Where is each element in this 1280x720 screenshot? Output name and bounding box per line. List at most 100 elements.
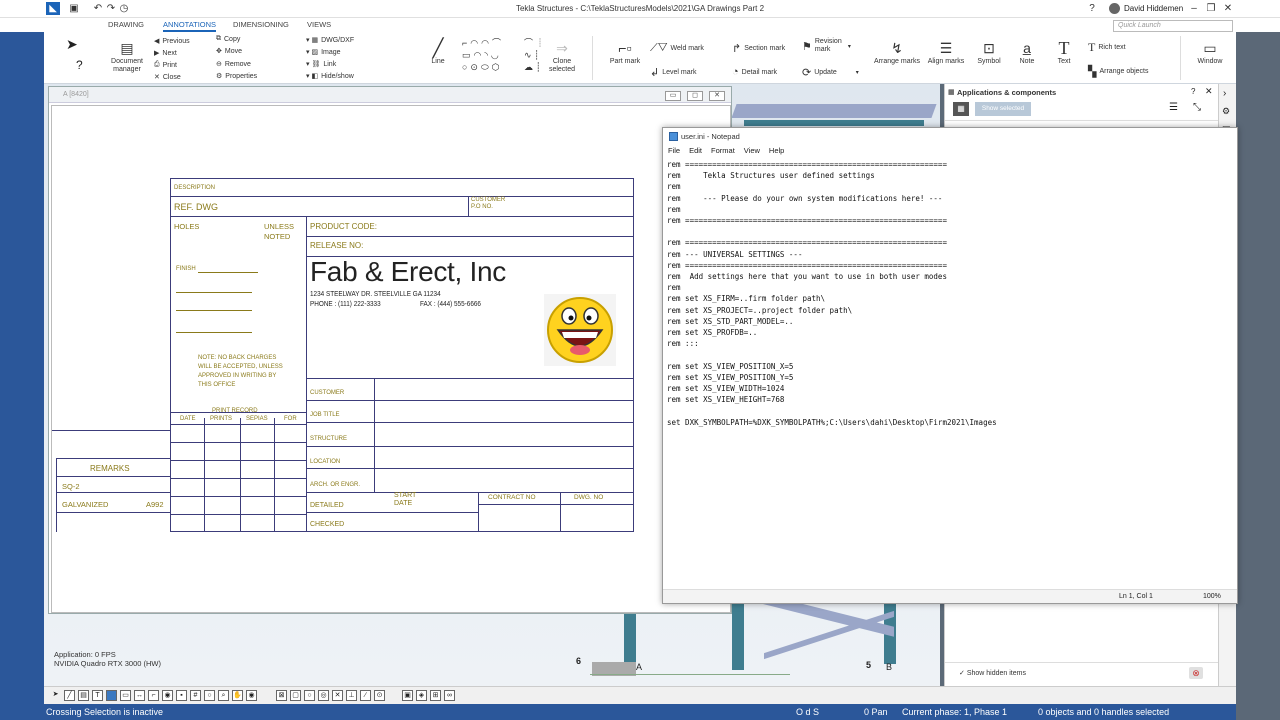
section-mark-button[interactable]: ↱ Section mark (732, 42, 785, 55)
drawing-window[interactable]: A [8420] ▭ ◻ ✕ DESCRIPTION REF. DWG CUST… (48, 86, 732, 614)
select-symbol-icon[interactable]: ◉ (162, 690, 173, 701)
help-icon[interactable]: ? (1086, 3, 1098, 15)
print-button[interactable]: ⎙ Print (154, 61, 177, 69)
list-view-icon[interactable]: ☰ (1169, 102, 1178, 113)
select-bolt-icon[interactable]: ▪ (176, 690, 187, 701)
collapse-icon[interactable]: ⤡ (1193, 102, 1201, 113)
previous-button[interactable]: ◀ Previous (154, 37, 190, 46)
select-arrow-icon[interactable]: ➤ (66, 36, 78, 53)
tab-views[interactable]: VIEWS (307, 20, 331, 29)
select-line-icon[interactable]: ╱ (64, 690, 75, 701)
properties-button[interactable]: ⚙ Properties (216, 72, 257, 81)
tab-drawing[interactable]: DRAWING (108, 20, 144, 29)
avatar[interactable] (1109, 3, 1120, 14)
zoom-icon[interactable]: ⌕ (218, 690, 229, 701)
notepad-window[interactable]: user.ini - Notepad File Edit Format View… (662, 127, 1238, 604)
remove-button[interactable]: ⊖ Remove (216, 60, 251, 69)
notepad-text-area[interactable]: rem ====================================… (665, 159, 1235, 589)
panel-help-icon[interactable]: ? (1191, 87, 1195, 96)
update-button[interactable]: ⟳ Update ▾ (802, 66, 859, 79)
symbol-button[interactable]: ⊡ Symbol (974, 40, 1004, 65)
drawing-sheet[interactable]: DESCRIPTION REF. DWG CUSTOMER P.O NO. HO… (51, 105, 731, 613)
tab-dimensioning[interactable]: DIMENSIONING (233, 20, 289, 29)
weld-mark-button[interactable]: ⟋▽ Weld mark (650, 42, 704, 55)
pan-indicator[interactable]: 0 Pan (864, 707, 888, 717)
align-marks-button[interactable]: ☰ Align marks (926, 40, 966, 65)
tab-annotations[interactable]: ANNOTATIONS (163, 20, 217, 32)
snap-5-icon[interactable]: ✕ (332, 690, 343, 701)
part-mark-button[interactable]: ⌐▫ Part mark (606, 40, 644, 65)
ods-indicator[interactable]: O d S (796, 707, 819, 717)
snap-11-icon[interactable]: ⊞ (430, 690, 441, 701)
menu-help[interactable]: Help (769, 146, 784, 160)
rich-text-button[interactable]: T Rich text (1088, 40, 1126, 55)
snap-3-icon[interactable]: ○ (304, 690, 315, 701)
snap-4-icon[interactable]: ◎ (318, 690, 329, 701)
grid-view-icon[interactable]: ▦ (953, 102, 969, 116)
detail-mark-button[interactable]: ◔ Detail mark (732, 66, 777, 78)
snap-10-icon[interactable]: ◈ (416, 690, 427, 701)
menu-icon[interactable]: ≡ (50, 36, 57, 50)
snap-12-icon[interactable]: ∞ (444, 690, 455, 701)
previous-icon: ◀ (154, 38, 160, 45)
select-text-icon[interactable]: T (92, 690, 103, 701)
select-grid-icon[interactable]: # (190, 690, 201, 701)
panel-close-icon[interactable]: ✕ (1205, 86, 1213, 97)
expand-panel-icon[interactable]: › (1223, 88, 1226, 99)
select-icon[interactable]: ➤ (50, 690, 61, 701)
next-button[interactable]: ▶ Next (154, 49, 177, 58)
current-phase[interactable]: Current phase: 1, Phase 1 (902, 707, 1007, 717)
select-dim-icon[interactable]: ↔ (134, 690, 145, 701)
clone-selected-button[interactable]: ⇒ Clone selected (542, 40, 582, 74)
line-button[interactable]: ╱ Line (426, 39, 450, 65)
properties-side-icon[interactable]: ⚙ (1222, 106, 1230, 117)
close-drawing-button[interactable]: ✕ Close (154, 73, 181, 82)
menu-view[interactable]: View (744, 146, 760, 160)
clear-filter-icon[interactable]: ⊗ (1189, 667, 1203, 679)
snap-9-icon[interactable]: ▣ (402, 690, 413, 701)
quick-launch-input[interactable]: Quick Launch (1113, 20, 1233, 32)
select-hole-icon[interactable]: ○ (204, 690, 215, 701)
revision-dropdown-icon: ▾ (847, 43, 851, 50)
link-button[interactable]: ▾ ⛓ Link (306, 60, 336, 69)
window-button[interactable]: ▭ Window (1190, 40, 1230, 65)
snap-2-icon[interactable]: ▢ (290, 690, 301, 701)
image-button[interactable]: ▾ ▨ Image (306, 48, 341, 57)
snap-7-icon[interactable]: ∕ (360, 690, 371, 701)
select-weld-icon[interactable]: ⌐ (148, 690, 159, 701)
revision-mark-button[interactable]: ⚑ Revision mark ▾ (802, 38, 851, 54)
minimize-icon[interactable]: – (1188, 3, 1200, 15)
snap-6-icon[interactable]: ⊥ (346, 690, 357, 701)
select-part-icon[interactable]: ▤ (78, 690, 89, 701)
drawing-maximize-button[interactable]: ◻ (687, 91, 703, 101)
text-button[interactable]: T Text (1050, 39, 1078, 65)
drawing-minimize-button[interactable]: ▭ (665, 91, 681, 101)
snap-1-icon[interactable]: ⊠ (276, 690, 287, 701)
clone-selected-icon: ⇒ (556, 40, 568, 56)
document-manager-button[interactable]: ▤ Document manager (108, 40, 146, 74)
snap-8-icon[interactable]: ⊙ (374, 690, 385, 701)
menu-edit[interactable]: Edit (689, 146, 702, 160)
level-mark-button[interactable]: ↲ Level mark (650, 66, 696, 79)
copy-button[interactable]: ⧉ Copy (216, 35, 240, 43)
show-selected-button[interactable]: Show selected (975, 102, 1031, 116)
arrange-marks-button[interactable]: ↯ Arrange marks (872, 40, 922, 65)
shape-tools-gallery[interactable]: ⌐◠◠⌒ ▭◠◝◡ ○⊙⬭⬡ (462, 37, 504, 73)
dwg-dxf-button[interactable]: ▾ ▦ DWG/DXF (306, 36, 354, 45)
select-view-icon[interactable]: ▭ (120, 690, 131, 701)
eye-icon[interactable]: ◉ (246, 690, 257, 701)
hand-icon[interactable]: ✋ (232, 690, 243, 701)
menu-format[interactable]: Format (711, 146, 735, 160)
menu-file[interactable]: File (668, 146, 680, 160)
drawing-close-button[interactable]: ✕ (709, 91, 725, 101)
close-icon[interactable]: ✕ (1222, 3, 1234, 15)
note-button[interactable]: a̲ Note (1012, 40, 1042, 65)
help-pointer-icon[interactable]: ? (76, 58, 83, 72)
show-hidden-checkbox[interactable]: Show hidden items (967, 670, 1026, 677)
move-button[interactable]: ✥ Move (216, 47, 242, 56)
arrange-objects-button[interactable]: ▚ Arrange objects (1088, 65, 1149, 78)
hide-show-button[interactable]: ▾ ◧ Hide/show (306, 72, 354, 81)
restore-icon[interactable]: ❐ (1205, 3, 1217, 15)
remarks-label: REMARKS (90, 464, 130, 473)
select-mark-icon[interactable] (106, 690, 117, 701)
